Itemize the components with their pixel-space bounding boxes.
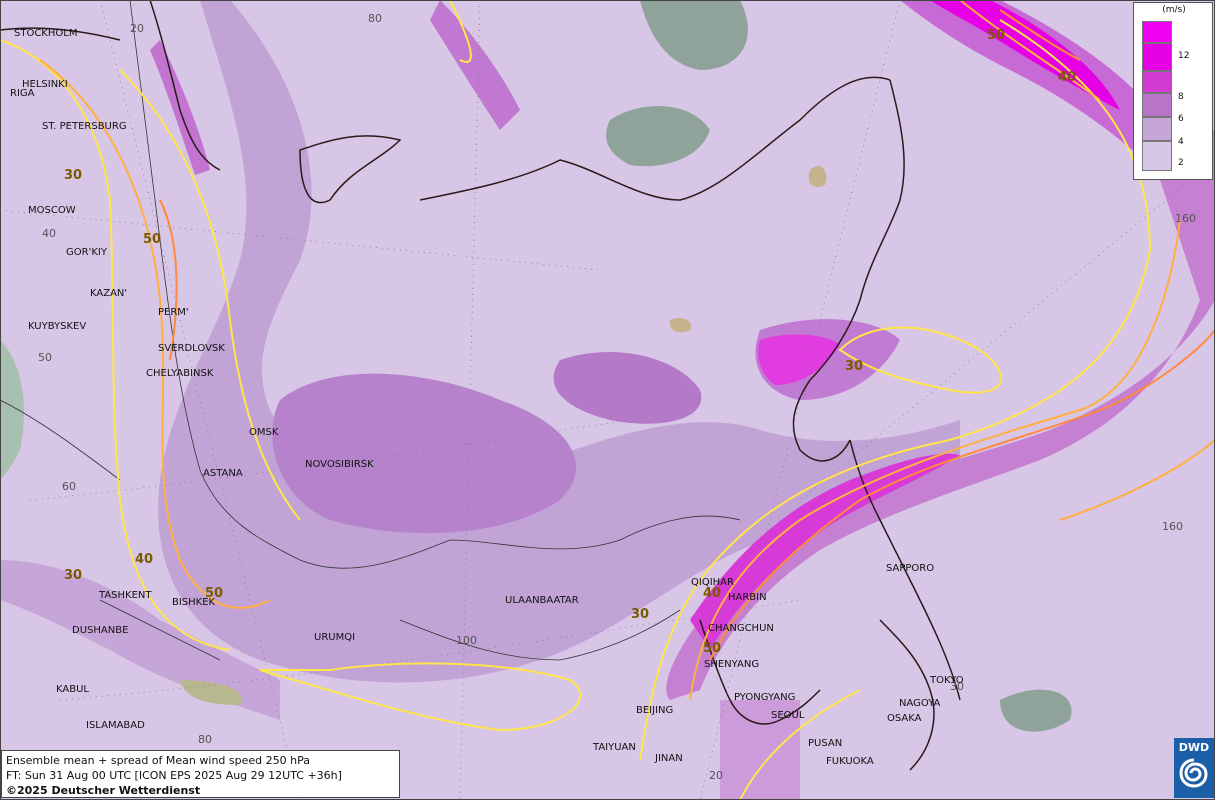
legend-swatch-top bbox=[1142, 21, 1172, 43]
grid-label: 100 bbox=[456, 634, 477, 647]
legend-swatch-6 bbox=[1142, 93, 1172, 117]
contour-label: 40 bbox=[703, 586, 721, 601]
city-label: TAIYUAN bbox=[592, 742, 636, 753]
wind-speed-map: 30 50 40 30 50 30 40 50 30 40 50 20 80 4… bbox=[0, 0, 1215, 800]
swirl-icon bbox=[1179, 758, 1208, 788]
contour-label: 50 bbox=[143, 232, 161, 247]
city-label: ST. PETERSBURG bbox=[42, 121, 127, 132]
city-label: OMSK bbox=[249, 427, 279, 438]
legend-swatch-8 bbox=[1142, 71, 1172, 93]
grid-label: 40 bbox=[42, 227, 56, 240]
city-label: CHANGCHUN bbox=[708, 623, 774, 634]
city-label: BISHKEK bbox=[172, 597, 216, 608]
grid-label: 60 bbox=[62, 480, 76, 493]
city-label: SHENYANG bbox=[704, 659, 759, 670]
contour-label: 40 bbox=[1058, 70, 1076, 85]
grid-label: 80 bbox=[368, 12, 382, 25]
city-label: DUSHANBE bbox=[72, 625, 128, 636]
legend-unit: (m/s) bbox=[1162, 5, 1186, 15]
contour-label: 50 bbox=[703, 641, 721, 656]
grid-label: 160 bbox=[1162, 520, 1183, 533]
contour-label: 40 bbox=[135, 552, 153, 567]
color-legend: (m/s) 12 8 6 4 2 bbox=[1133, 2, 1213, 180]
city-label: SVERDLOVSK bbox=[158, 343, 225, 354]
contour-label: 30 bbox=[64, 568, 82, 583]
city-label: ULAANBAATAR bbox=[505, 595, 579, 606]
forecast-time: FT: Sun 31 Aug 00 UTC [ICON EPS 2025 Aug… bbox=[6, 769, 342, 782]
grid-label: 80 bbox=[198, 733, 212, 746]
city-label: KUYBYSKEV bbox=[28, 321, 86, 332]
contour-label: 30 bbox=[631, 607, 649, 622]
city-label: CHELYABINSK bbox=[146, 368, 214, 379]
city-label: GOR'KIY bbox=[66, 247, 108, 258]
legend-label: 6 bbox=[1178, 114, 1184, 124]
legend-swatch-2 bbox=[1142, 141, 1172, 171]
city-label: OSAKA bbox=[887, 713, 922, 724]
legend-swatch-12 bbox=[1142, 43, 1172, 71]
city-label: QIQIHAR bbox=[691, 577, 734, 588]
city-label: BEIJING bbox=[636, 705, 673, 716]
grid-label: 160 bbox=[1175, 212, 1196, 225]
grid-label: 20 bbox=[130, 22, 144, 35]
city-label: KAZAN' bbox=[90, 288, 127, 299]
city-label: TOKYO bbox=[929, 675, 964, 686]
contour-label: 50 bbox=[987, 28, 1005, 43]
city-label: NOVOSIBIRSK bbox=[305, 459, 374, 470]
city-label: NAGOYA bbox=[899, 698, 941, 709]
city-label: MOSCOW bbox=[28, 205, 76, 216]
city-label: STOCKHOLM bbox=[14, 28, 77, 39]
grid-label: 50 bbox=[38, 351, 52, 364]
city-label: SAPPORO bbox=[886, 563, 934, 574]
city-label: PERM' bbox=[158, 307, 189, 318]
legend-label: 2 bbox=[1178, 158, 1184, 168]
city-label: FUKUOKA bbox=[826, 756, 874, 767]
product-title: Ensemble mean + spread of Mean wind spee… bbox=[6, 754, 310, 767]
city-label: TASHKENT bbox=[98, 590, 152, 601]
city-label: RIGA bbox=[10, 88, 35, 99]
city-label: JINAN bbox=[654, 753, 683, 764]
dwd-logo: DWD bbox=[1174, 738, 1214, 798]
city-label: PYONGYANG bbox=[734, 692, 795, 703]
city-label: PUSAN bbox=[808, 738, 842, 749]
city-label: URUMQI bbox=[314, 632, 355, 643]
copyright: ©2025 Deutscher Wetterdienst bbox=[6, 784, 201, 797]
city-label: HARBIN bbox=[728, 592, 767, 603]
city-label: KABUL bbox=[56, 684, 89, 695]
map-info-box: Ensemble mean + spread of Mean wind spee… bbox=[1, 750, 400, 798]
city-label: ASTANA bbox=[203, 468, 243, 479]
legend-label: 4 bbox=[1178, 137, 1184, 147]
legend-label: 12 bbox=[1178, 51, 1190, 61]
city-label: SEOUL bbox=[771, 710, 805, 721]
contour-label: 30 bbox=[64, 168, 82, 183]
city-label: ISLAMABAD bbox=[86, 720, 145, 731]
legend-label: 8 bbox=[1178, 92, 1184, 102]
grid-label: 20 bbox=[709, 769, 723, 782]
logo-text: DWD bbox=[1178, 741, 1210, 754]
contour-label: 30 bbox=[845, 359, 863, 374]
legend-swatch-4 bbox=[1142, 117, 1172, 141]
